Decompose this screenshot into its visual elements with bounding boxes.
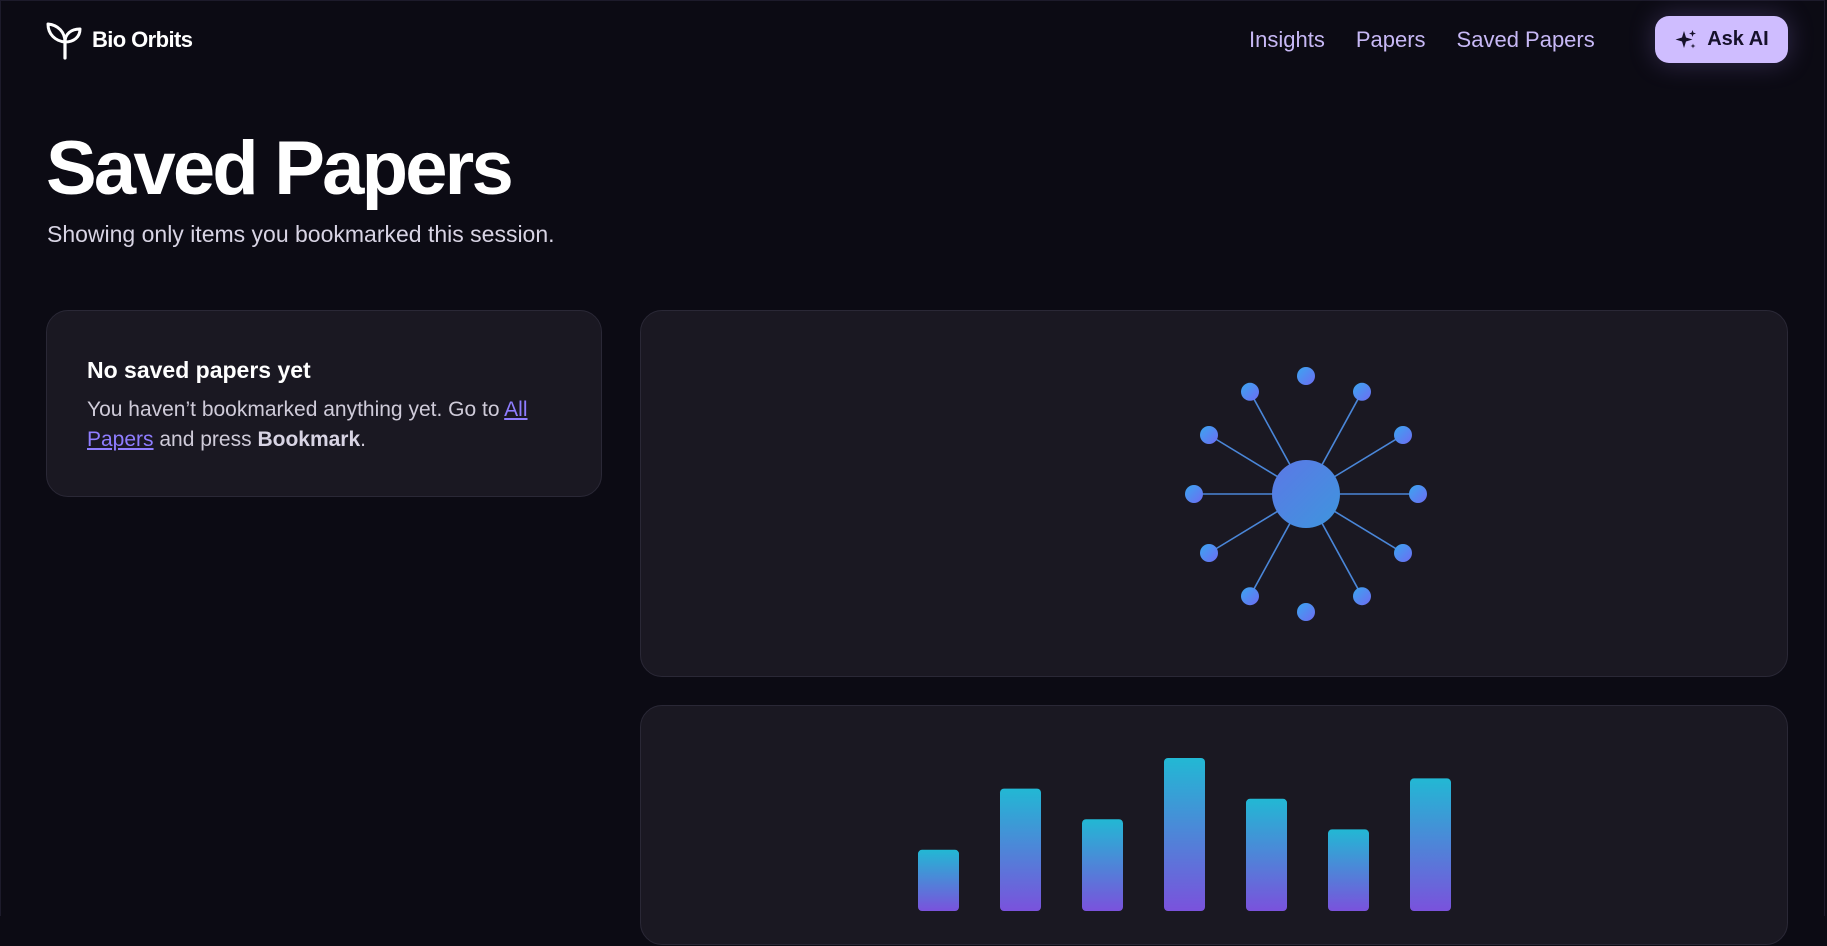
orbit-node — [1297, 603, 1315, 621]
orbit-node — [1393, 426, 1412, 444]
sparkles-icon — [1675, 29, 1697, 48]
empty-state-card: No saved papers yet You haven’t bookmark… — [46, 310, 602, 497]
bar — [1246, 798, 1287, 911]
empty-text-middle: and press — [153, 428, 258, 451]
bar-chart — [918, 758, 1451, 911]
orbit-node — [1200, 426, 1219, 444]
orbit-node — [1409, 485, 1427, 503]
bar — [918, 849, 959, 911]
page-subtitle: Showing only items you bookmarked this s… — [47, 221, 555, 247]
orbit-illustration-card — [640, 310, 1788, 677]
bar-chart-card — [640, 705, 1788, 945]
bar-series — [918, 758, 1451, 911]
nav-link-saved-papers[interactable]: Saved Papers — [1457, 24, 1595, 56]
empty-state-title: No saved papers yet — [87, 357, 311, 383]
bar — [1082, 819, 1123, 911]
brand-name: Bio Orbits — [92, 27, 193, 52]
bar — [1328, 829, 1369, 911]
ask-ai-button[interactable]: Ask AI — [1655, 16, 1788, 63]
bar — [1410, 778, 1451, 911]
orbit-node — [1241, 382, 1259, 401]
brand-logo-link[interactable]: Bio Orbits — [46, 20, 193, 60]
orbit-node — [1297, 367, 1315, 385]
orbit-node — [1353, 587, 1371, 606]
page-title: Saved Papers — [46, 126, 514, 211]
orbit-node — [1353, 382, 1371, 401]
bar — [1164, 758, 1205, 911]
ask-ai-label: Ask AI — [1707, 28, 1769, 50]
orbit-graphic — [1185, 367, 1427, 621]
orbit-node — [1185, 485, 1203, 503]
orbit-hub — [1272, 460, 1340, 528]
empty-text-after: . — [360, 428, 366, 451]
nav-link-papers[interactable]: Papers — [1356, 24, 1426, 56]
sprout-icon — [46, 22, 82, 60]
bookmark-emphasis: Bookmark — [257, 428, 361, 451]
orbit-node — [1241, 587, 1259, 606]
nav-link-insights[interactable]: Insights — [1249, 24, 1325, 56]
main-nav: Insights Papers Saved Papers — [1249, 24, 1595, 56]
orbit-node — [1200, 544, 1219, 562]
bar — [1000, 788, 1041, 911]
empty-text-before: You haven’t bookmarked anything yet. Go … — [87, 398, 505, 421]
empty-state-text: You haven’t bookmarked anything yet. Go … — [87, 395, 561, 455]
orbit-node — [1393, 544, 1412, 562]
